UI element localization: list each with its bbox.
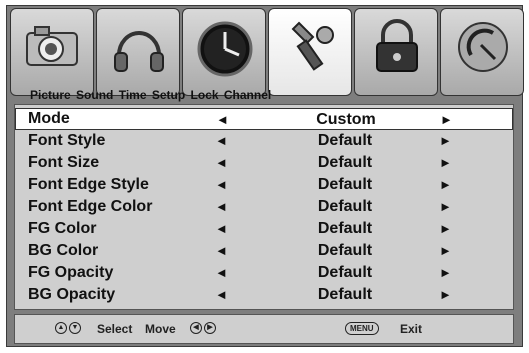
tab-label-setup: Setup xyxy=(151,88,186,102)
caption-settings-panel: Mode ◄ Custom ► Font Style ◄ Default ► F… xyxy=(14,104,514,310)
tab-sound[interactable] xyxy=(96,8,180,96)
padlock-icon xyxy=(376,19,418,72)
setting-row-bg-opacity[interactable]: BG Opacity ◄ Default ► xyxy=(15,284,513,306)
setting-row-font-style[interactable]: Font Style ◄ Default ► xyxy=(15,130,513,152)
tab-channel[interactable] xyxy=(440,8,524,96)
move-hint-label: Move xyxy=(145,322,176,336)
setting-row-font-edge-style[interactable]: Font Edge Style ◄ Default ► xyxy=(15,174,513,196)
setting-value: Default xyxy=(317,198,373,215)
satellite-dish-icon xyxy=(458,22,508,72)
up-down-keys-icon: ▲ ▼ xyxy=(55,322,81,334)
setting-value: Default xyxy=(317,286,373,303)
setting-label: Font Edge Color xyxy=(28,198,153,215)
setting-label: BG Color xyxy=(28,242,99,259)
left-arrow-icon[interactable]: ◄ xyxy=(216,112,229,127)
tab-label-lock: Lock xyxy=(190,88,219,102)
setting-value: Default xyxy=(317,242,373,259)
setting-label: Mode xyxy=(28,110,70,127)
tab-label-picture: Picture xyxy=(30,88,71,102)
setting-value: Default xyxy=(317,220,373,237)
setting-label: Font Edge Style xyxy=(28,176,149,193)
headphones-icon xyxy=(114,31,164,72)
left-arrow-icon[interactable]: ◄ xyxy=(215,155,228,170)
left-arrow-icon[interactable]: ◄ xyxy=(215,287,228,302)
select-hint-label: Select xyxy=(97,322,133,336)
right-arrow-icon[interactable]: ► xyxy=(439,155,452,170)
tab-setup[interactable] xyxy=(268,8,352,96)
tab-labels: Picture Sound Time Setup Lock Channel xyxy=(30,88,273,102)
camera-icon xyxy=(26,26,78,66)
setting-label: BG Opacity xyxy=(28,286,116,303)
setting-value: Default xyxy=(317,264,373,281)
left-arrow-icon[interactable]: ◄ xyxy=(215,133,228,148)
right-arrow-icon[interactable]: ► xyxy=(439,177,452,192)
left-arrow-icon[interactable]: ◄ xyxy=(215,243,228,258)
exit-hint-label: Exit xyxy=(400,322,423,336)
setting-value: Default xyxy=(317,132,373,149)
tab-time[interactable] xyxy=(182,8,266,96)
right-arrow-icon[interactable]: ► xyxy=(439,133,452,148)
tab-label-channel: Channel xyxy=(223,88,272,102)
setting-row-fg-opacity[interactable]: FG Opacity ◄ Default ► xyxy=(15,262,513,284)
left-arrow-icon[interactable]: ◄ xyxy=(215,221,228,236)
setting-label: Font Style xyxy=(28,132,106,149)
setting-value: Custom xyxy=(316,111,376,128)
setting-row-mode[interactable]: Mode ◄ Custom ► xyxy=(15,108,513,130)
right-arrow-icon[interactable]: ► xyxy=(439,199,452,214)
setting-value: Default xyxy=(317,154,373,171)
left-arrow-icon[interactable]: ◄ xyxy=(215,177,228,192)
setting-label: FG Opacity xyxy=(28,264,114,281)
tab-label-sound: Sound xyxy=(76,88,114,102)
setting-row-font-size[interactable]: Font Size ◄ Default ► xyxy=(15,152,513,174)
setting-label: Font Size xyxy=(28,154,100,171)
setting-value: Default xyxy=(317,176,373,193)
setting-label: FG Color xyxy=(28,220,97,237)
right-arrow-icon[interactable]: ► xyxy=(439,265,452,280)
tools-icon xyxy=(291,21,334,71)
right-arrow-icon[interactable]: ► xyxy=(439,221,452,236)
left-right-keys-icon: ◀ ▶ xyxy=(190,322,216,334)
setting-row-fg-color[interactable]: FG Color ◄ Default ► xyxy=(15,218,513,240)
right-arrow-icon[interactable]: ► xyxy=(439,243,452,258)
tab-picture[interactable] xyxy=(10,8,94,96)
footer-hints: ▲ ▼ Select Move ◀ ▶ MENU Exit xyxy=(14,314,514,344)
right-arrow-icon[interactable]: ► xyxy=(440,112,453,127)
tab-lock[interactable] xyxy=(354,8,438,96)
right-arrow-icon[interactable]: ► xyxy=(439,287,452,302)
menu-tabs: Picture Sound Time Setup Lock Channel xyxy=(10,8,524,102)
menu-key-icon: MENU xyxy=(345,322,379,335)
setting-row-font-edge-color[interactable]: Font Edge Color ◄ Default ► xyxy=(15,196,513,218)
menu-key-label: MENU xyxy=(345,322,379,335)
setting-row-bg-color[interactable]: BG Color ◄ Default ► xyxy=(15,240,513,262)
tab-label-time: Time xyxy=(118,88,147,102)
clock-icon xyxy=(197,21,253,77)
left-arrow-icon[interactable]: ◄ xyxy=(215,265,228,280)
left-arrow-icon[interactable]: ◄ xyxy=(215,199,228,214)
